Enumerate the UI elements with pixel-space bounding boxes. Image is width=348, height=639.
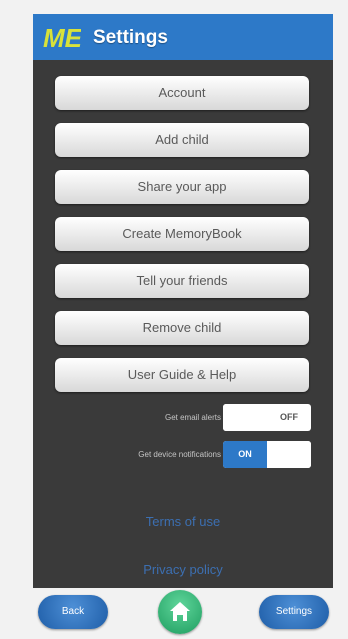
toggle-state: OFF	[280, 412, 298, 422]
settings-button[interactable]: Settings	[259, 595, 329, 629]
account-button[interactable]: Account	[55, 76, 309, 110]
privacy-policy-link[interactable]: Privacy policy	[33, 562, 333, 577]
share-app-button[interactable]: Share your app	[55, 170, 309, 204]
home-icon	[170, 602, 190, 621]
device-notifications-label: Get device notifications	[138, 450, 221, 459]
email-alerts-label: Get email alerts	[164, 413, 221, 422]
back-button[interactable]: Back	[38, 595, 108, 629]
toggle-knob	[223, 404, 267, 431]
toggle-knob	[267, 441, 311, 468]
device-notifications-toggle[interactable]: ON	[223, 441, 311, 468]
user-guide-button[interactable]: User Guide & Help	[55, 358, 309, 392]
header-bar: ME Settings	[33, 14, 333, 60]
logo-text: ME	[43, 23, 81, 53]
add-child-button[interactable]: Add child	[55, 123, 309, 157]
home-button[interactable]	[158, 590, 202, 634]
settings-screen: ME Settings Account Add child Share your…	[33, 14, 333, 594]
toggle-state: ON	[223, 441, 267, 468]
create-memorybook-button[interactable]: Create MemoryBook	[55, 217, 309, 251]
email-alerts-toggle[interactable]: OFF	[223, 404, 311, 431]
tell-friends-button[interactable]: Tell your friends	[55, 264, 309, 298]
app-logo: ME	[42, 23, 81, 53]
terms-of-use-link[interactable]: Terms of use	[33, 514, 333, 529]
page-title: Settings	[93, 27, 168, 48]
bottom-nav: Back Settings	[0, 588, 348, 639]
remove-child-button[interactable]: Remove child	[55, 311, 309, 345]
